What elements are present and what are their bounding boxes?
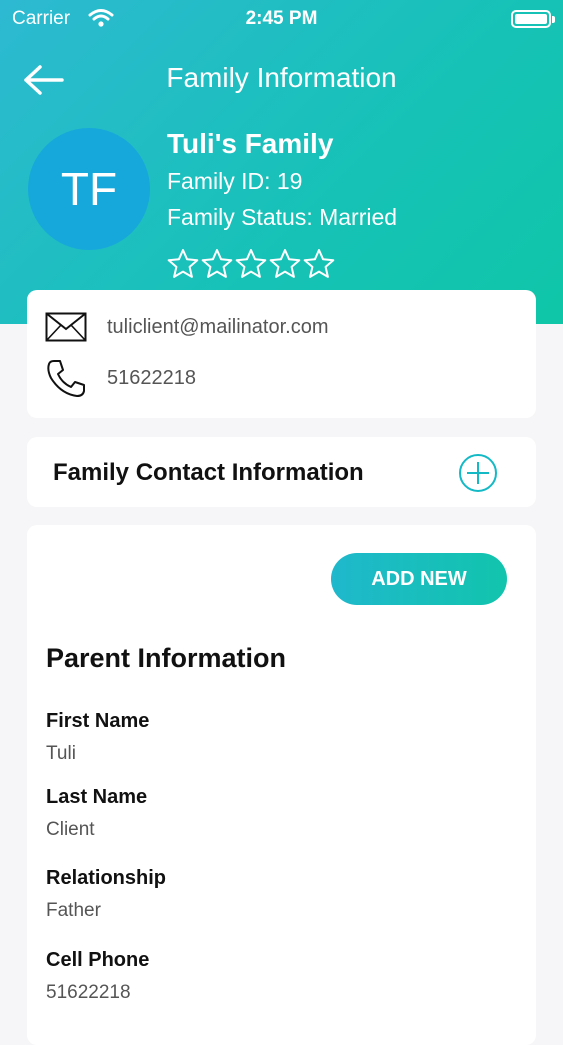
contact-card: tuliclient@mailinator.com 51622218 [27, 290, 536, 418]
family-id: Family ID: 19 [167, 168, 303, 194]
status-bar: Carrier 2:45 PM [0, 0, 563, 40]
last-name-label: Last Name [46, 786, 148, 808]
rating-stars[interactable] [167, 248, 335, 280]
clock-time: 2:45 PM [245, 8, 318, 29]
add-new-button[interactable]: ADD NEW [331, 553, 507, 605]
relationship-value: Father [46, 900, 101, 921]
phone-text: 51622218 [107, 366, 196, 389]
envelope-icon [45, 312, 87, 342]
star-icon[interactable] [269, 248, 301, 280]
family-status: Family Status: Married [167, 204, 398, 230]
plus-circle-icon [459, 454, 497, 492]
family-contact-title: Family Contact Information [53, 459, 364, 486]
cell-phone-label: Cell Phone [46, 949, 150, 971]
family-contact-card: Family Contact Information [27, 437, 536, 507]
first-name-label: First Name [46, 710, 150, 732]
star-icon[interactable] [201, 248, 233, 280]
star-icon[interactable] [235, 248, 267, 280]
last-name-value: Client [46, 819, 95, 840]
family-name: Tuli's Family [167, 128, 334, 159]
avatar-initials: TF [60, 163, 118, 215]
add-family-contact-button[interactable] [458, 453, 498, 493]
star-icon[interactable] [303, 248, 335, 280]
parent-info-card: ADD NEW Parent Information First Name Tu… [27, 525, 536, 1045]
phone-row[interactable]: 51622218 [45, 358, 196, 398]
avatar: TF [28, 128, 150, 250]
phone-icon [47, 360, 85, 397]
first-name-value: Tuli [46, 743, 76, 764]
star-icon[interactable] [167, 248, 199, 280]
cell-phone-value: 51622218 [46, 982, 131, 1003]
email-row[interactable]: tuliclient@mailinator.com [45, 312, 329, 342]
page-title: Family Information [166, 62, 397, 93]
relationship-label: Relationship [46, 867, 167, 889]
section-title: Parent Information [46, 643, 287, 673]
email-text: tuliclient@mailinator.com [107, 315, 329, 338]
battery-icon [511, 10, 555, 28]
